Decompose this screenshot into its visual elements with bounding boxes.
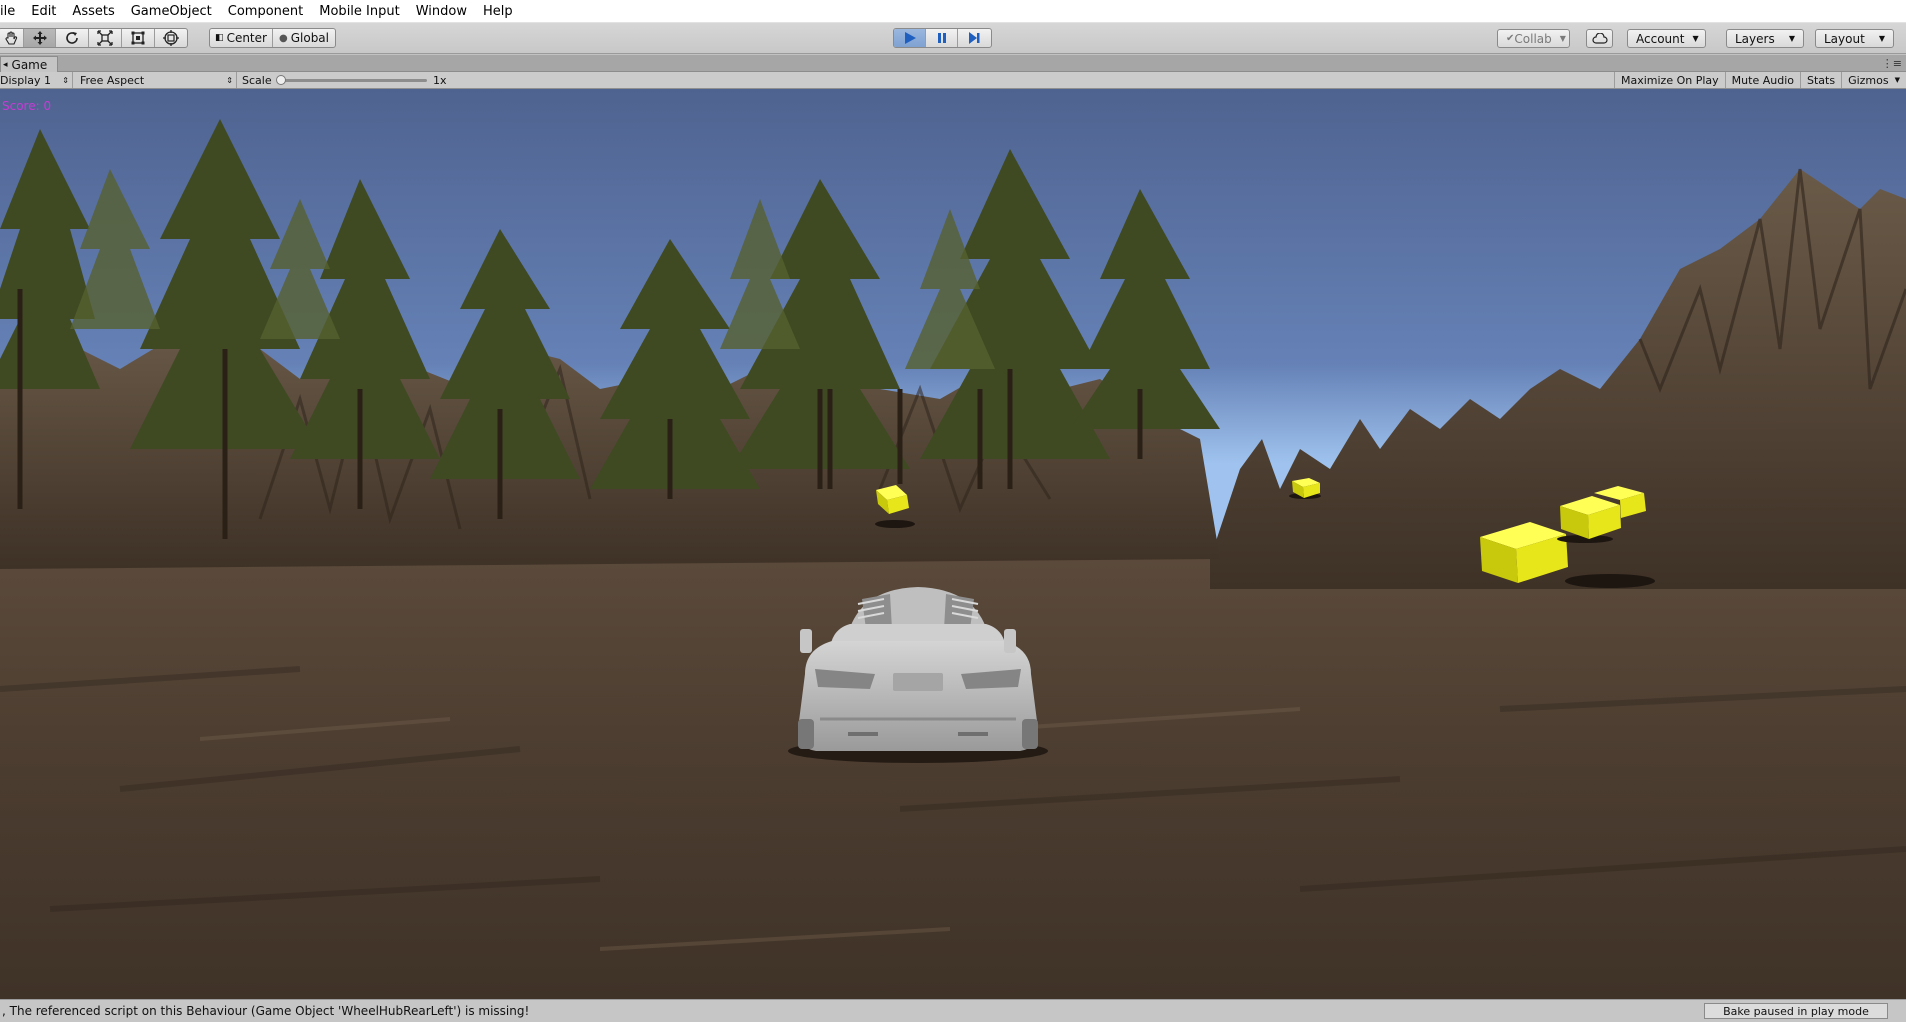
chevron-down-icon: ▼ bbox=[1692, 34, 1699, 43]
account-dropdown[interactable]: Account ▼ bbox=[1627, 29, 1706, 48]
collab-dropdown[interactable]: ✔ Collab ▼ bbox=[1497, 29, 1570, 48]
game-viewport[interactable]: Score: 0 bbox=[0, 89, 1906, 999]
menu-edit[interactable]: Edit bbox=[23, 0, 64, 23]
scale-slider-track[interactable] bbox=[279, 79, 427, 82]
hand-tool-icon[interactable] bbox=[0, 29, 24, 47]
layers-label: Layers bbox=[1735, 31, 1775, 46]
display-dropdown[interactable]: Display 1 ⇕ bbox=[0, 72, 73, 88]
pivot-icon: ◧ bbox=[215, 33, 224, 43]
aspect-label: Free Aspect bbox=[80, 73, 145, 87]
pause-button[interactable] bbox=[926, 29, 958, 47]
status-bar: , The referenced script on this Behaviou… bbox=[0, 999, 1906, 1022]
gizmos-label: Gizmos bbox=[1848, 73, 1889, 87]
chevron-down-icon: ▼ bbox=[1894, 76, 1900, 84]
globe-icon: ● bbox=[278, 32, 288, 44]
move-tool-icon[interactable] bbox=[24, 29, 56, 47]
pivot-center-button[interactable]: ◧ Center bbox=[210, 29, 273, 47]
rect-tool-icon[interactable] bbox=[122, 29, 155, 47]
game-view-options: Maximize On Play Mute Audio Stats Gizmos… bbox=[1613, 72, 1906, 88]
layout-label: Layout bbox=[1824, 31, 1865, 46]
account-label: Account bbox=[1636, 31, 1685, 46]
game-scene bbox=[0, 89, 1906, 999]
menu-mobile-input[interactable]: Mobile Input bbox=[311, 0, 407, 23]
panel-menu-icon[interactable]: ⋮≡ bbox=[1882, 57, 1902, 70]
layers-dropdown[interactable]: Layers ▼ bbox=[1726, 29, 1804, 48]
maximize-on-play-button[interactable]: Maximize On Play bbox=[1613, 72, 1725, 88]
game-icon: ◂ bbox=[3, 59, 8, 70]
cloud-icon bbox=[1591, 32, 1608, 44]
menu-gameobject[interactable]: GameObject bbox=[123, 0, 220, 23]
rotate-tool-icon[interactable] bbox=[56, 29, 89, 47]
scale-value: 1x bbox=[433, 73, 447, 87]
layout-dropdown[interactable]: Layout ▼ bbox=[1815, 29, 1894, 48]
chevron-updown-icon: ⇕ bbox=[62, 75, 69, 85]
step-button[interactable] bbox=[958, 29, 990, 47]
playback-controls bbox=[893, 28, 992, 48]
mute-audio-button[interactable]: Mute Audio bbox=[1724, 72, 1800, 88]
score-text: Score: 0 bbox=[2, 99, 52, 113]
pivot-global-button[interactable]: ● Global bbox=[273, 29, 335, 47]
collab-check-icon: ✔ bbox=[1506, 33, 1515, 44]
stats-button[interactable]: Stats bbox=[1799, 72, 1841, 88]
menu-component[interactable]: Component bbox=[220, 0, 311, 23]
display-label: Display 1 bbox=[0, 73, 52, 87]
console-warning-message[interactable]: , The referenced script on this Behaviou… bbox=[0, 1004, 529, 1018]
gizmos-dropdown[interactable]: Gizmos ▼ bbox=[1841, 72, 1906, 88]
chevron-updown-icon: ⇕ bbox=[226, 75, 233, 85]
scale-tool-icon[interactable] bbox=[89, 29, 122, 47]
menu-window[interactable]: Window bbox=[408, 0, 475, 23]
chevron-down-icon: ▼ bbox=[1878, 34, 1885, 43]
menu-file[interactable]: ile bbox=[0, 0, 23, 23]
pivot-global-label: Global bbox=[290, 31, 329, 45]
game-view-toolbar: Display 1 ⇕ Free Aspect ⇕ Scale 1x Maxim… bbox=[0, 72, 1906, 89]
transform-tool-icon[interactable] bbox=[155, 29, 187, 47]
play-button[interactable] bbox=[894, 29, 926, 47]
tab-game[interactable]: ◂ Game bbox=[0, 56, 59, 72]
tab-game-label: Game bbox=[11, 57, 48, 72]
step-icon bbox=[969, 32, 980, 44]
collab-label: Collab bbox=[1514, 31, 1552, 46]
scale-slider-thumb[interactable] bbox=[276, 75, 286, 85]
transform-tools bbox=[0, 28, 188, 48]
toolbar: ◧ Center ● Global ✔ Collab ▼ Account ▼ L… bbox=[0, 23, 1906, 54]
pivot-toggles: ◧ Center ● Global bbox=[209, 28, 336, 48]
pivot-center-label: Center bbox=[226, 31, 267, 45]
menu-bar: ile Edit Assets GameObject Component Mob… bbox=[0, 0, 1906, 23]
aspect-dropdown[interactable]: Free Aspect ⇕ bbox=[80, 72, 237, 88]
chevron-down-icon: ▼ bbox=[1559, 34, 1566, 43]
cloud-button[interactable] bbox=[1586, 29, 1613, 48]
scale-label: Scale bbox=[242, 73, 272, 87]
chevron-down-icon: ▼ bbox=[1788, 34, 1795, 43]
bake-status: Bake paused in play mode bbox=[1704, 1003, 1888, 1019]
pause-icon bbox=[937, 33, 946, 43]
menu-assets[interactable]: Assets bbox=[64, 0, 122, 23]
menu-help[interactable]: Help bbox=[475, 0, 521, 23]
play-icon bbox=[904, 32, 916, 44]
panel-tab-bar: ◂ Game ⋮≡ bbox=[0, 55, 1906, 72]
